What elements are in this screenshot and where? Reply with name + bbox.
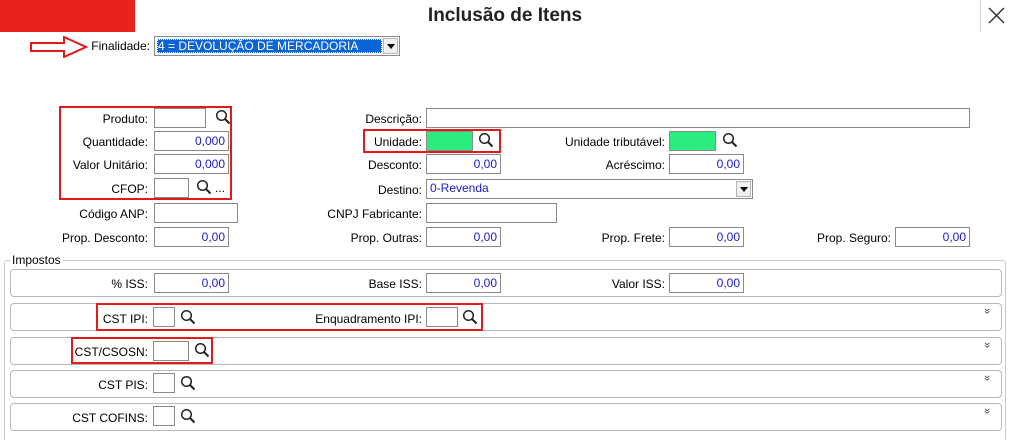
cnpj-fabricante-input[interactable] (426, 203, 557, 223)
cst-ipi-input[interactable] (153, 307, 175, 327)
produto-input[interactable] (154, 108, 206, 128)
enquadramento-ipi-label: Enquadramento IPI: (315, 312, 422, 326)
expand-cofins-icon[interactable]: » (981, 408, 993, 414)
base-iss-input[interactable]: 0,00 (426, 273, 501, 293)
codigo-anp-input[interactable] (154, 203, 238, 223)
chevron-down-icon[interactable] (736, 181, 751, 197)
pct-iss-label: % ISS: (111, 277, 148, 291)
acrescimo-label: Acréscimo: (605, 158, 665, 172)
destino-label: Destino: (377, 183, 422, 197)
destino-select[interactable]: 0-Revenda (426, 179, 753, 199)
prop-frete-label: Prop. Frete: (601, 231, 665, 245)
valor-iss-input[interactable]: 0,00 (669, 273, 744, 293)
prop-seguro-input[interactable]: 0,00 (895, 227, 970, 247)
prop-desconto-label: Prop. Desconto: (61, 231, 148, 245)
valor-unitario-input[interactable]: 0,000 (154, 154, 229, 174)
cfop-label: CFOP: (111, 182, 148, 196)
search-icon[interactable] (722, 132, 738, 148)
produto-label: Produto: (102, 112, 148, 126)
cst-pis-input[interactable] (153, 373, 175, 393)
cst-cofins-input[interactable] (153, 406, 175, 426)
search-icon[interactable] (462, 309, 478, 325)
search-icon[interactable] (180, 375, 196, 391)
finalidade-value: 4 = DEVOLUÇÃO DE MERCADORIA (158, 39, 359, 53)
desconto-input[interactable]: 0,00 (426, 154, 501, 174)
prop-desconto-input[interactable]: 0,00 (154, 227, 229, 247)
search-icon[interactable] (215, 109, 231, 125)
cnpj-fabricante-label: CNPJ Fabricante: (327, 207, 422, 221)
search-icon[interactable] (196, 179, 212, 195)
prop-outras-input[interactable]: 0,00 (426, 227, 501, 247)
search-icon[interactable] (180, 309, 196, 325)
acrescimo-input[interactable]: 0,00 (669, 154, 744, 174)
search-icon[interactable] (180, 408, 196, 424)
desconto-label: Desconto: (367, 158, 422, 172)
valor-iss-label: Valor ISS: (611, 277, 665, 291)
impostos-title: Impostos (10, 253, 63, 267)
cst-pis-label: CST PIS: (98, 378, 148, 392)
cst-cofins-label: CST COFINS: (72, 411, 148, 425)
pct-iss-input[interactable]: 0,00 (154, 273, 229, 293)
prop-frete-input[interactable]: 0,00 (669, 227, 744, 247)
cfop-more-button[interactable]: ... (215, 181, 225, 195)
finalidade-select[interactable]: 4 = DEVOLUÇÃO DE MERCADORIA (154, 36, 400, 56)
expand-ipi-icon[interactable]: » (981, 308, 993, 314)
descricao-input[interactable] (426, 108, 970, 128)
codigo-anp-label: Código ANP: (79, 207, 148, 221)
chevron-down-icon[interactable] (383, 38, 398, 54)
cfop-input[interactable] (154, 178, 189, 198)
enquadramento-ipi-input[interactable] (426, 307, 458, 327)
cst-csosn-input[interactable] (153, 341, 189, 361)
expand-pis-icon[interactable]: » (981, 375, 993, 381)
quantidade-label: Quantidade: (82, 135, 148, 149)
cst-csosn-label: CST/CSOSN: (74, 345, 148, 359)
window-title: Inclusão de Itens (427, 5, 583, 26)
cst-ipi-label: CST IPI: (102, 312, 148, 326)
unidade-tributavel-input[interactable] (669, 131, 716, 151)
base-iss-label: Base ISS: (368, 277, 422, 291)
close-button[interactable] (980, 0, 1010, 32)
prop-seguro-label: Prop. Seguro: (816, 231, 891, 245)
quantidade-input[interactable]: 0,000 (154, 131, 229, 151)
search-icon[interactable] (194, 342, 210, 358)
finalidade-label: Finalidade: (91, 39, 150, 53)
prop-outras-label: Prop. Outras: (350, 231, 422, 245)
valor-unitario-label: Valor Unitário: (72, 158, 148, 172)
destino-value: 0-Revenda (430, 181, 489, 195)
unidade-label: Unidade: (373, 135, 422, 149)
search-icon[interactable] (478, 132, 494, 148)
unidade-input[interactable] (426, 131, 473, 151)
expand-icms-icon[interactable]: » (981, 342, 993, 348)
descricao-label: Descrição: (365, 112, 422, 126)
close-icon (988, 7, 1005, 24)
unidade-tributavel-label: Unidade tributável: (564, 135, 665, 149)
